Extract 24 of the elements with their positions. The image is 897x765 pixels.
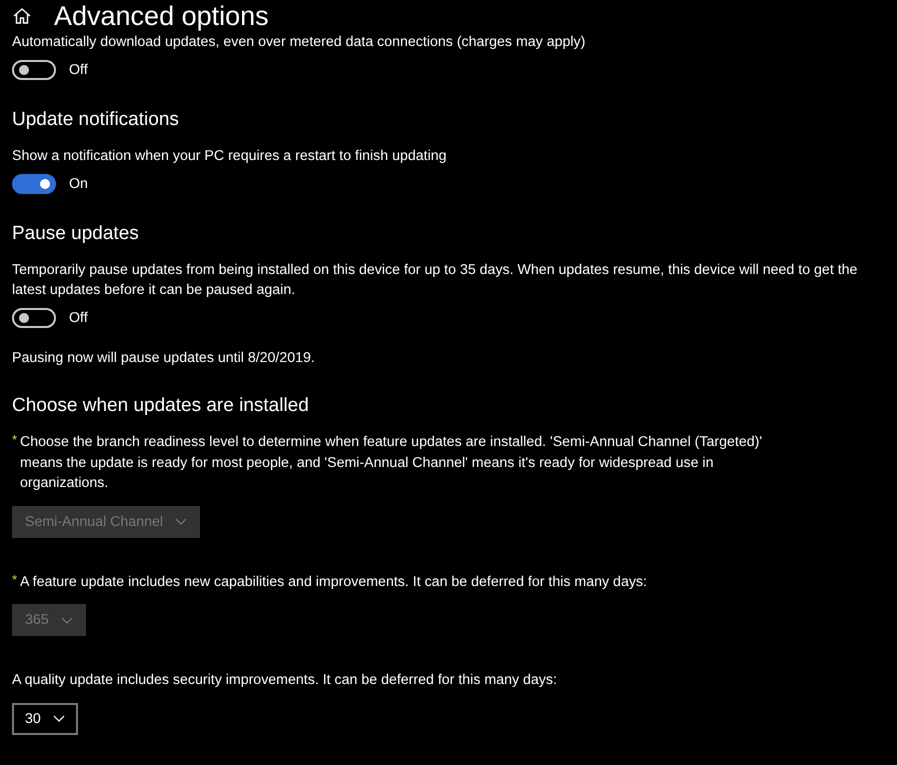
setting-description: Automatically download updates, even over metered data connections (charges may apply)	[12, 33, 586, 52]
toggle-switch[interactable]	[12, 60, 56, 80]
toggle-label: On	[69, 176, 88, 192]
setting-description: A quality update includes security improvements. It can be deferred for this many days:	[12, 671, 557, 690]
chevron-down-icon	[175, 518, 188, 525]
toggle-switch[interactable]	[12, 174, 56, 194]
setting-description: Temporarily pause updates from being installed on this device for up to 35 days. When updates resume, this device will need to get the latest updates before it can be paused again.	[12, 261, 858, 300]
page-title: Advanced options	[54, 0, 269, 32]
dropdown[interactable]: 30	[12, 702, 78, 734]
setting-description: Show a notification when your PC requires a restart to finish updating	[12, 147, 448, 166]
toggle-label: Off	[69, 62, 88, 78]
pause-note: Pausing now will pause updates until 8/20/2019.	[12, 350, 316, 366]
section-heading: Pause updates	[12, 222, 140, 246]
section-heading: Choose when updates are installed	[12, 394, 310, 418]
setting-description: A feature update includes new capabilities and improvements. It can be deferred for this many days:	[20, 572, 647, 592]
section-heading: Update notifications	[12, 108, 180, 132]
home-icon[interactable]	[12, 7, 32, 25]
setting-description: Choose the branch readiness level to determine when feature updates are installed. 'Semi-Annual Channel (Targeted)' means the update is ready for most people, and 'Semi-Annual Channel' means it's ready for widespread use in organizations.	[20, 433, 764, 493]
required-marker: *	[12, 572, 18, 588]
toggle-label: Off	[69, 310, 88, 326]
toggle-switch[interactable]	[12, 308, 56, 328]
chevron-down-icon	[60, 616, 73, 624]
chevron-down-icon	[52, 715, 65, 722]
required-marker: *	[12, 432, 18, 448]
